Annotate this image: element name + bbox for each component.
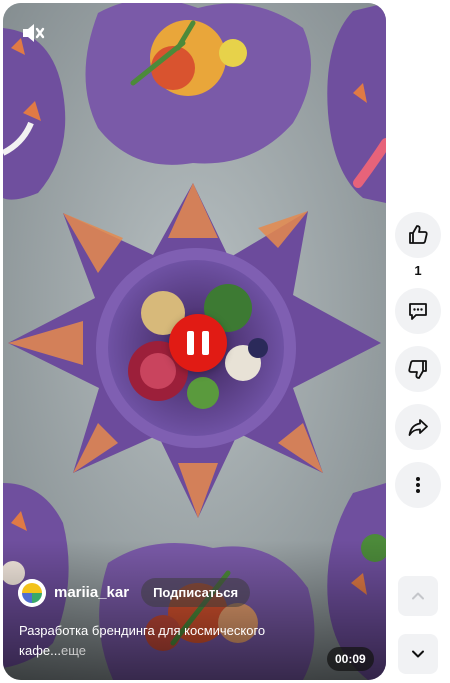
share-button[interactable] [395, 404, 441, 450]
duration-badge: 00:09 [327, 647, 374, 671]
previous-video-button[interactable] [398, 576, 438, 616]
thumbs-up-icon [409, 225, 428, 244]
video-description: Разработка брендинга для космического ка… [19, 621, 319, 661]
pause-icon [187, 331, 194, 355]
avatar[interactable] [18, 578, 46, 607]
author-row: mariia_kar Подписаться [18, 578, 251, 607]
more-icon [416, 477, 420, 493]
comment-icon [409, 303, 427, 320]
comment-button[interactable] [395, 288, 441, 334]
dislike-button[interactable] [395, 346, 441, 392]
thumbs-down-icon [408, 360, 427, 379]
subscribe-button[interactable]: Подписаться [141, 578, 251, 607]
description-text: Разработка брендинга для космического ка… [19, 623, 266, 658]
video-player[interactable]: mariia_kar Подписаться Разработка бренди… [3, 3, 386, 680]
avatar-logo-icon [18, 578, 46, 607]
next-video-button[interactable] [398, 634, 438, 674]
speaker-muted-icon [23, 24, 45, 42]
mute-toggle-button[interactable] [15, 15, 51, 51]
author-name[interactable]: mariia_kar [54, 584, 129, 601]
chevron-up-icon [412, 592, 424, 600]
chevron-down-icon [412, 650, 424, 658]
side-actions: 1 [394, 212, 442, 508]
like-button[interactable] [395, 212, 441, 258]
share-icon [408, 419, 428, 436]
like-count: 1 [414, 263, 422, 278]
pause-button[interactable] [169, 314, 227, 372]
more-link[interactable]: еще [61, 643, 86, 658]
more-button[interactable] [395, 462, 441, 508]
